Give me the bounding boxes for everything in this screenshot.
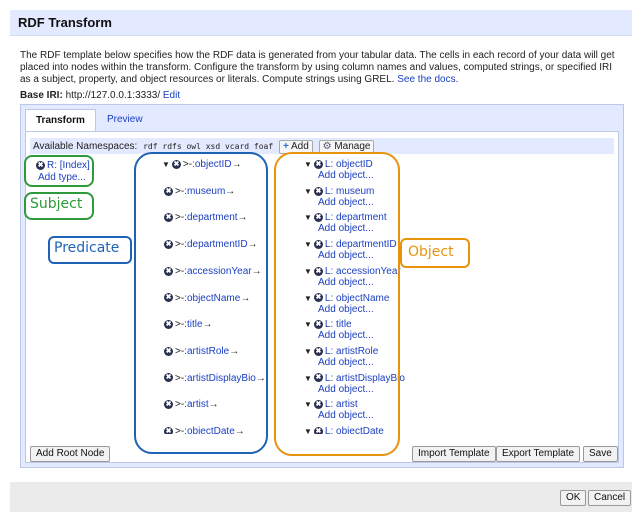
import-template-button[interactable]: Import Template <box>412 446 496 462</box>
base-iri-label: Base IRI: <box>20 90 63 101</box>
base-iri: Base IRI: http://127.0.0.1:3333/ Edit <box>20 90 180 101</box>
tab-transform[interactable]: Transform <box>25 109 96 132</box>
predicate-annotation: Predicate <box>54 240 120 256</box>
description-text: The RDF template below specifies how the… <box>20 50 615 85</box>
subject-annotation: Subject <box>30 196 83 212</box>
namespaces-list: rdf rdfs owl xsd vcard foaf <box>143 142 274 151</box>
description: The RDF template below specifies how the… <box>20 50 620 86</box>
dialog-footer: OK Cancel <box>10 482 632 512</box>
plus-icon: + <box>282 141 289 152</box>
object-ring <box>274 152 400 456</box>
subject-ring <box>24 155 94 187</box>
tab-preview[interactable]: Preview <box>97 109 153 131</box>
object-annotation: Object <box>408 244 454 260</box>
save-button[interactable]: Save <box>583 446 618 462</box>
export-template-button[interactable]: Export Template <box>496 446 581 462</box>
cancel-button[interactable]: Cancel <box>588 490 632 506</box>
manage-namespaces-label: Manage <box>334 141 371 152</box>
docs-link[interactable]: See the docs. <box>397 74 458 85</box>
base-iri-value: http://127.0.0.1:3333/ <box>65 90 161 101</box>
manage-icon: ⚙ <box>322 141 332 152</box>
add-root-node-button[interactable]: Add Root Node <box>30 446 111 462</box>
add-namespace-label: Add <box>291 141 309 152</box>
namespaces-label: Available Namespaces: <box>33 141 138 152</box>
dialog-title: RDF Transform <box>10 10 632 36</box>
ok-button[interactable]: OK <box>560 490 587 506</box>
base-iri-edit-link[interactable]: Edit <box>163 90 180 101</box>
predicate-ring <box>134 152 268 454</box>
